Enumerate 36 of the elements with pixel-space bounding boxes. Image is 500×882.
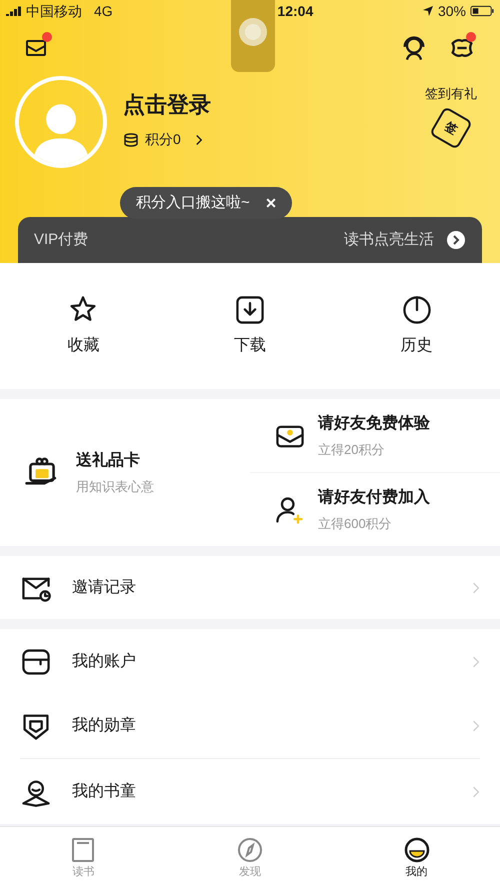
close-button[interactable]: ×: [266, 194, 276, 212]
gift-card-item[interactable]: 送礼品卡 用知识表心意: [0, 399, 250, 546]
vip-label: VIP付费: [34, 230, 88, 250]
location-arrow-icon: [422, 5, 434, 17]
battery-text: 30%: [438, 2, 466, 20]
signal-icon: [6, 6, 22, 16]
chevron-right-icon: [472, 784, 480, 798]
quick-action[interactable]: 收藏: [0, 294, 167, 358]
tooltip-text: 积分入口搬这啦~: [136, 192, 250, 213]
calendar-icon: 签: [429, 106, 473, 150]
tab[interactable]: 我的: [333, 827, 500, 882]
chevron-right-icon: [472, 654, 480, 668]
login-link[interactable]: 点击登录: [123, 88, 211, 121]
battery-icon: [470, 5, 494, 17]
vip-bar[interactable]: VIP付费 读书点亮生活: [18, 217, 482, 263]
invite-item[interactable]: 请好友免费体验 立得20积分: [250, 399, 500, 473]
compass-icon: [236, 836, 264, 864]
smiley-icon: [402, 836, 431, 864]
quick-action[interactable]: 下载: [166, 294, 334, 358]
points-link[interactable]: 积分0: [123, 129, 211, 150]
chevron-right-icon: [472, 580, 480, 594]
network-text: 4G: [94, 2, 113, 20]
menu-item[interactable]: 我的账户: [20, 629, 480, 694]
menu-item[interactable]: 我的书童: [20, 759, 480, 824]
invite-item[interactable]: 请好友付费加入 立得600积分: [250, 473, 500, 546]
arrow-circle-icon: [446, 230, 466, 250]
coins-icon: [123, 132, 139, 146]
carrier-text: 中国移动: [26, 2, 82, 20]
vip-slogan: 读书点亮生活: [344, 230, 434, 250]
menu-item[interactable]: 邀请记录: [20, 556, 480, 619]
clock-icon: [400, 294, 433, 326]
clock-text: 12:04: [277, 2, 314, 20]
chevron-right-icon: [194, 134, 203, 146]
chevron-right-icon: [472, 719, 480, 733]
download-icon: [234, 294, 266, 326]
quick-action[interactable]: 历史: [333, 294, 500, 358]
